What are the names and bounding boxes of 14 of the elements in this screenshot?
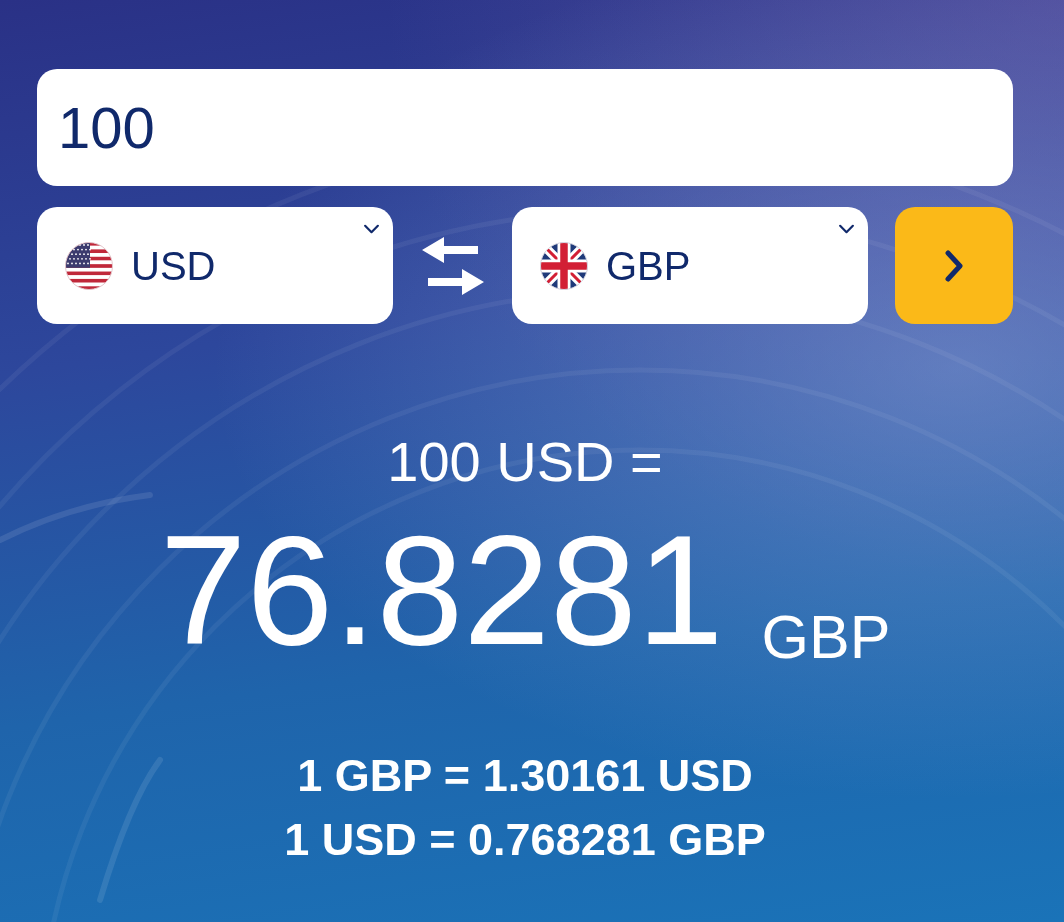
- converted-currency: GBP: [761, 607, 891, 668]
- chevron-down-icon: [838, 224, 855, 234]
- conversion-source: 100 USD =: [387, 434, 663, 490]
- exchange-rate: 1 GBP = 1.30161 USD: [297, 749, 753, 803]
- currency-select[interactable]: USD: [37, 207, 393, 324]
- uk-flag-icon: [540, 241, 588, 290]
- amount-input[interactable]: 100: [37, 69, 1013, 186]
- exchange-rate: 1 USD = 0.768281 GBP: [284, 813, 766, 867]
- chevron-down-icon: [363, 224, 380, 234]
- currency-select[interactable]: GBP: [512, 207, 868, 324]
- convert-button[interactable]: [895, 207, 1013, 324]
- usa-flag-icon: [65, 241, 113, 290]
- chevron-right-icon: [944, 248, 964, 283]
- converted-amount: 76.8281: [159, 512, 724, 668]
